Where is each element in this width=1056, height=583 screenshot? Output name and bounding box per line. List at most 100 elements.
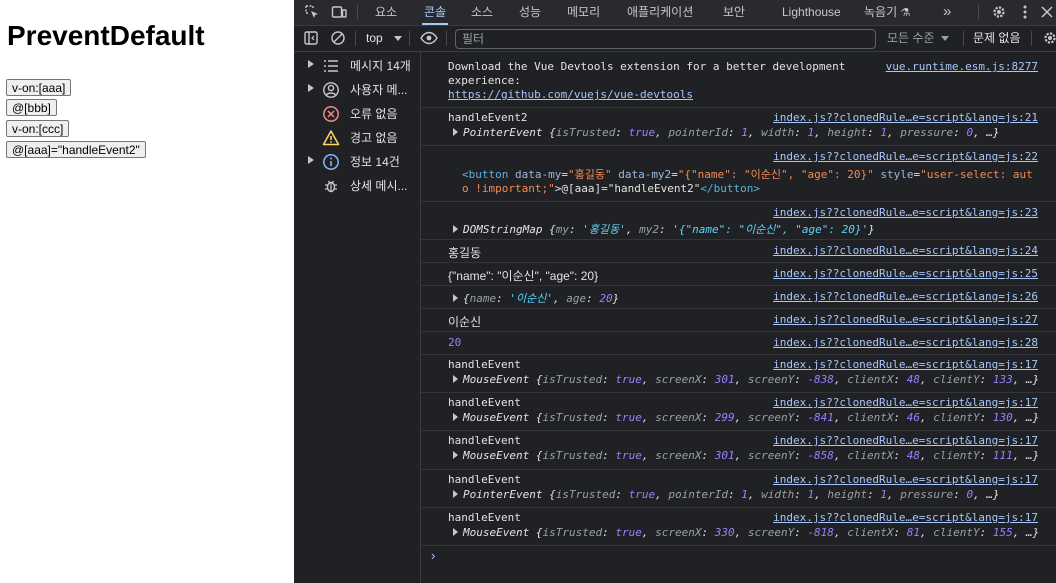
html-element-line[interactable]: o !important;">@[aaa]="handleEvent2"</bu… — [462, 182, 760, 195]
object-value: -838 — [807, 373, 834, 386]
sidebar-item-messages[interactable]: 메시지 14개 — [294, 54, 420, 78]
message-text: handleEvent — [448, 396, 521, 409]
object-value: 299 — [714, 411, 735, 424]
source-link[interactable]: index.js??clonedRule…e=script&lang=js:24 — [773, 244, 1038, 257]
object-value: 133 — [992, 373, 1013, 386]
object-preview[interactable]: DOMStringMap {my: '홍길동', my2: '{"name": … — [453, 221, 875, 237]
object-preview[interactable]: {name: '이순신', age: 20} — [453, 290, 619, 306]
source-link[interactable]: index.js??clonedRule…e=script&lang=js:21 — [773, 111, 1038, 124]
console-message: handleEvent index.js??clonedRule…e=scrip… — [421, 470, 1056, 508]
source-link[interactable]: index.js??clonedRule…e=script&lang=js:17 — [773, 511, 1038, 524]
source-link[interactable]: index.js??clonedRule…e=script&lang=js:17 — [773, 434, 1038, 447]
object-value: '{"name": "이순신", "age": 20}' — [672, 223, 869, 236]
source-link[interactable]: index.js??clonedRule…e=script&lang=js:23 — [773, 206, 1038, 219]
object-key: screenY — [747, 449, 795, 462]
object-preview[interactable]: PointerEvent {isTrusted: true, pointerId… — [453, 488, 1000, 501]
tab-console[interactable]: 콘솔 — [422, 0, 449, 25]
context-selector[interactable]: top — [366, 26, 403, 51]
expand-arrow-icon — [308, 84, 314, 92]
expand-arrow-icon — [453, 490, 458, 498]
sidebar-item-label: 경고 없음 — [350, 131, 398, 145]
object-key: isTrusted — [542, 526, 603, 539]
bbb-button[interactable]: @[bbb] — [6, 99, 57, 116]
html-equals: = — [561, 168, 568, 181]
sidebar-item-errors[interactable]: 오류 없음 — [294, 102, 420, 126]
object-key: isTrusted — [542, 411, 603, 424]
tab-memory[interactable]: 메모리 — [567, 0, 600, 25]
devtools-link[interactable]: https://github.com/vuejs/vue-devtools — [448, 88, 693, 101]
object-preview[interactable]: MouseEvent {isTrusted: true, screenX: 29… — [453, 411, 1039, 424]
filter-input[interactable]: 필터 — [455, 29, 876, 49]
object-key: isTrusted — [555, 488, 616, 501]
console-sidebar: 메시지 14개 사용자 메... 오류 없음 경고 없음 정보 14건 상세 메… — [294, 52, 421, 583]
html-attr-name: style — [873, 168, 914, 181]
sidebar-item-verbose[interactable]: 상세 메시... — [294, 174, 420, 198]
object-value: true — [615, 373, 642, 386]
object-value: 0 — [966, 488, 974, 501]
console-message: handleEvent index.js??clonedRule…e=scrip… — [421, 431, 1056, 470]
message-text: experience: — [448, 74, 521, 87]
source-link[interactable]: index.js??clonedRule…e=script&lang=js:22 — [773, 150, 1038, 163]
console-prompt[interactable]: › — [431, 548, 435, 563]
object-key: height — [827, 126, 868, 139]
dropdown-arrow-icon — [940, 36, 949, 41]
console-settings-gear-icon[interactable] — [1042, 30, 1056, 46]
issues-counter[interactable]: 문제 없음 — [973, 26, 1021, 51]
close-icon[interactable] — [1039, 4, 1055, 20]
source-link[interactable]: index.js??clonedRule…e=script&lang=js:17 — [773, 358, 1038, 371]
sidebar-item-label: 오류 없음 — [350, 107, 398, 121]
bug-icon — [325, 180, 337, 193]
source-link[interactable]: index.js??clonedRule…e=script&lang=js:27 — [773, 313, 1038, 326]
source-link[interactable]: index.js??clonedRule…e=script&lang=js:17 — [773, 473, 1038, 486]
inspect-element-icon[interactable] — [304, 4, 320, 20]
sidebar-item-warnings[interactable]: 경고 없음 — [294, 126, 420, 150]
object-key: pointerId — [668, 488, 728, 501]
tab-application[interactable]: 애플리케이션 — [627, 0, 693, 25]
object-value: true — [628, 126, 656, 139]
html-element-line[interactable]: <button data-my="홍길동" data-my2="{"name":… — [462, 166, 1033, 182]
handle-event2-button[interactable]: @[aaa]="handleEvent2" — [6, 141, 146, 158]
object-type: PointerEvent — [463, 126, 543, 139]
devtools-tab-bar: 요소 콘솔 소스 성능 메모리 애플리케이션 보안 Lighthouse 녹음기… — [294, 0, 1056, 26]
tab-security[interactable]: 보안 — [723, 0, 745, 25]
tab-lighthouse[interactable]: Lighthouse — [782, 0, 841, 25]
divider — [963, 31, 964, 46]
kebab-menu-icon[interactable] — [1017, 4, 1033, 20]
message-text: handleEvent — [448, 434, 521, 447]
object-preview[interactable]: MouseEvent {isTrusted: true, screenX: 30… — [453, 373, 1039, 386]
more-tabs-button[interactable]: » — [943, 0, 951, 25]
sidebar-item-label: 메시지 14개 — [350, 59, 411, 73]
object-preview[interactable]: MouseEvent {isTrusted: true, screenX: 33… — [453, 526, 1039, 539]
sidebar-item-info[interactable]: 정보 14건 — [294, 150, 420, 174]
source-link[interactable]: index.js??clonedRule…e=script&lang=js:26 — [773, 290, 1038, 303]
object-value: 1 — [807, 488, 815, 501]
source-link[interactable]: index.js??clonedRule…e=script&lang=js:17 — [773, 396, 1038, 409]
sidebar-item-user-messages[interactable]: 사용자 메... — [294, 78, 420, 102]
v-on-aaa-button[interactable]: v-on:[aaa] — [6, 79, 72, 96]
object-key: isTrusted — [542, 373, 603, 386]
object-key: clientX — [847, 411, 894, 424]
object-value: '이순신' — [509, 292, 553, 305]
sidebar-toggle-icon[interactable] — [303, 30, 319, 46]
object-preview[interactable]: PointerEvent {isTrusted: true, pointerId… — [453, 126, 1000, 139]
gear-icon[interactable] — [991, 4, 1007, 20]
tab-recorder[interactable]: 녹음기 ⚗ — [864, 0, 910, 25]
device-toolbar-icon[interactable] — [331, 4, 347, 20]
tab-performance[interactable]: 성능 — [519, 0, 541, 25]
live-expression-eye-icon[interactable] — [420, 30, 438, 46]
tab-elements[interactable]: 요소 — [375, 0, 397, 25]
log-level-dropdown[interactable]: 모든 수준 — [887, 26, 949, 51]
source-link[interactable]: vue.runtime.esm.js:8277 — [886, 60, 1038, 73]
clear-console-icon[interactable] — [330, 30, 346, 46]
v-on-ccc-button[interactable]: v-on:[ccc] — [6, 120, 70, 137]
dropdown-arrow-icon — [394, 36, 403, 41]
object-preview[interactable]: MouseEvent {isTrusted: true, screenX: 30… — [453, 449, 1039, 462]
object-key: clientX — [847, 373, 894, 386]
console-message: index.js??clonedRule…e=script&lang=js:23… — [421, 202, 1056, 240]
divider — [446, 31, 447, 46]
source-link[interactable]: index.js??clonedRule…e=script&lang=js:25 — [773, 267, 1038, 280]
object-value: 130 — [992, 411, 1013, 424]
source-link[interactable]: index.js??clonedRule…e=script&lang=js:28 — [773, 336, 1038, 349]
object-type: PointerEvent — [463, 488, 543, 501]
tab-sources[interactable]: 소스 — [471, 0, 493, 25]
